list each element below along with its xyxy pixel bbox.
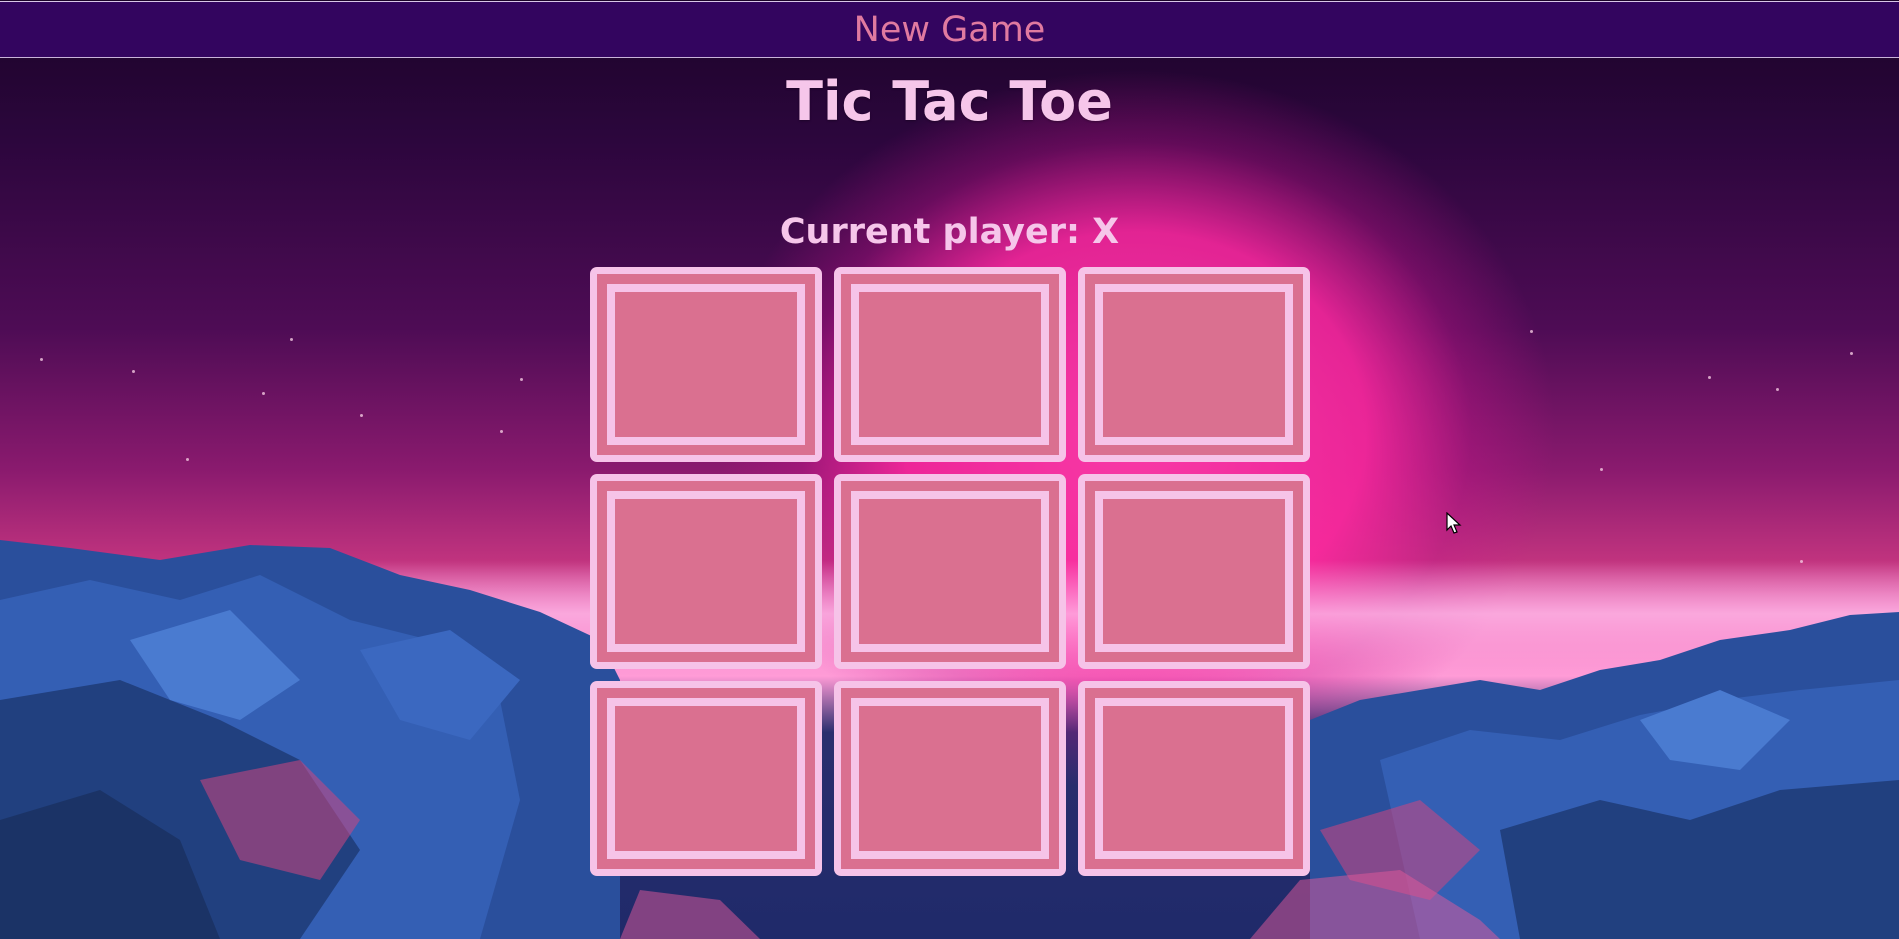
board-cell-6[interactable] <box>1078 474 1310 669</box>
cell-mark <box>851 284 1049 445</box>
new-game-button[interactable]: New Game <box>0 1 1899 58</box>
board-cell-4[interactable] <box>590 474 822 669</box>
cell-mark <box>1095 698 1293 859</box>
game-page: New Game Tic Tac Toe Current player: X <box>0 0 1899 939</box>
board-cell-7[interactable] <box>590 681 822 876</box>
cell-mark <box>607 698 805 859</box>
new-game-label: New Game <box>853 9 1046 50</box>
cell-mark <box>851 698 1049 859</box>
cell-mark <box>851 491 1049 652</box>
game-board <box>590 267 1310 876</box>
mouse-cursor-icon <box>1446 512 1462 534</box>
board-cell-9[interactable] <box>1078 681 1310 876</box>
cell-mark <box>607 284 805 445</box>
current-player-status: Current player: X <box>779 212 1120 252</box>
board-cell-5[interactable] <box>834 474 1066 669</box>
cell-mark <box>1095 491 1293 652</box>
cell-mark <box>1095 284 1293 445</box>
board-cell-2[interactable] <box>834 267 1066 462</box>
page-title: Tic Tac Toe <box>786 70 1113 133</box>
board-cell-1[interactable] <box>590 267 822 462</box>
cell-mark <box>607 491 805 652</box>
board-cell-8[interactable] <box>834 681 1066 876</box>
board-cell-3[interactable] <box>1078 267 1310 462</box>
